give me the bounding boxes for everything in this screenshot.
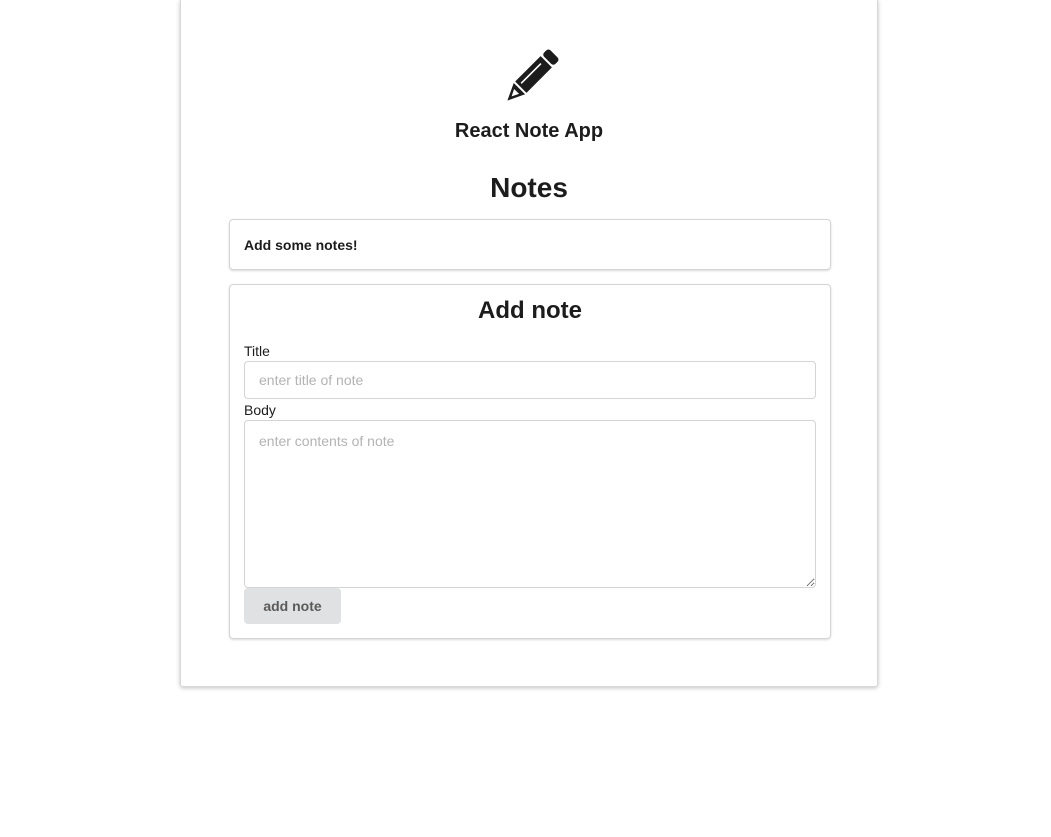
add-note-form: Add note Title Body add note	[229, 284, 831, 639]
body-textarea[interactable]	[244, 420, 816, 588]
pencil-icon	[507, 49, 559, 101]
title-label: Title	[244, 343, 270, 359]
app-title: React Note App	[454, 120, 604, 142]
notes-list: Add some notes!	[229, 219, 831, 270]
add-note-form-title: Add note	[478, 297, 582, 324]
add-note-button[interactable]: add note	[244, 588, 341, 624]
body-label: Body	[244, 402, 276, 418]
notes-section-title: Notes	[490, 172, 568, 203]
title-input[interactable]	[244, 361, 816, 399]
app-container: React Note App Notes Add some notes! Add…	[180, 0, 878, 687]
notes-empty-message: Add some notes!	[244, 236, 358, 253]
